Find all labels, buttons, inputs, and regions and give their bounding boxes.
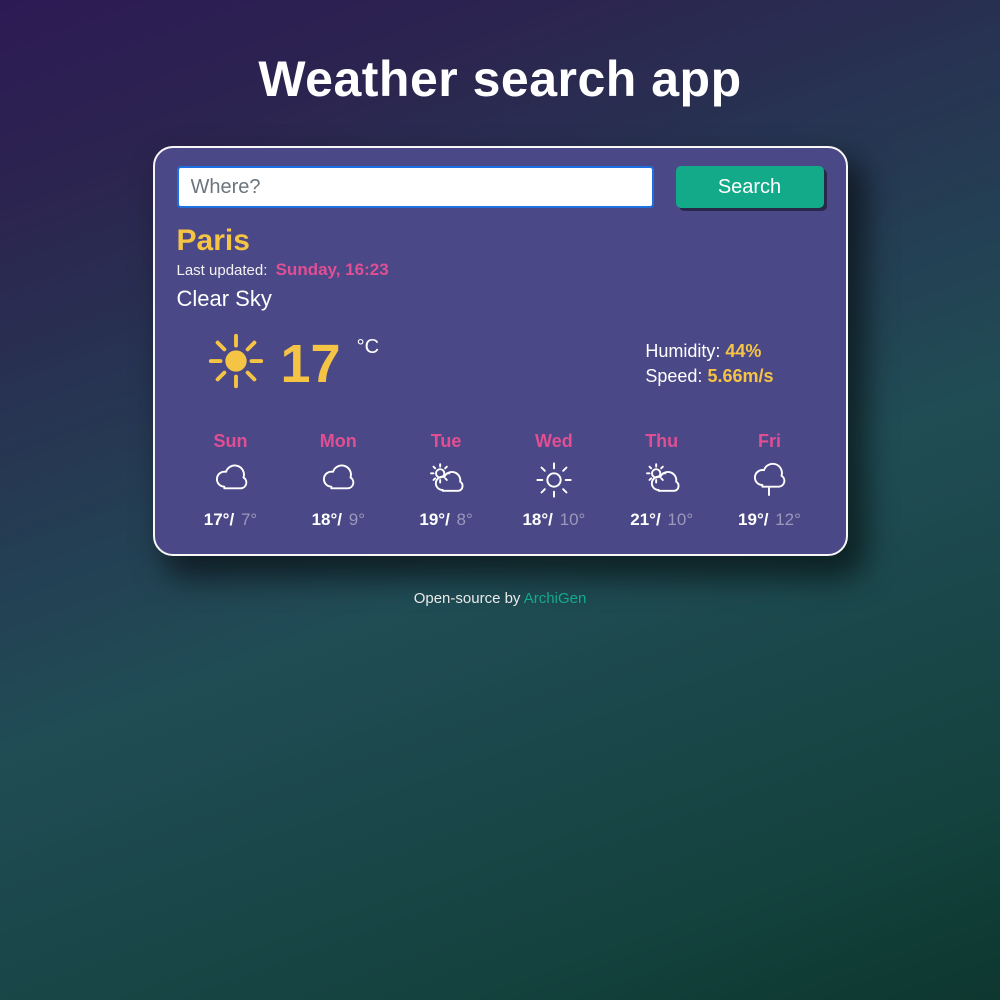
footer: Open-source by ArchiGen	[0, 590, 1000, 607]
humidity-label: Humidity:	[645, 341, 720, 361]
current-row: 17 °C Humidity: 44% Speed: 5.66m/s	[177, 330, 824, 397]
forecast-lo: 7°	[241, 510, 257, 529]
forecast-day-label: Sun	[183, 431, 279, 452]
search-row: Search	[177, 166, 824, 208]
cloud-icon	[183, 460, 279, 500]
updated-time: Sunday, 16:23	[276, 260, 389, 279]
forecast-day: Sun 17°/ 7°	[183, 431, 279, 530]
forecast-hi: 19°	[738, 510, 764, 529]
city-name: Paris	[177, 224, 824, 258]
footer-text: Open-source by	[414, 590, 524, 607]
forecast-day-label: Wed	[506, 431, 602, 452]
search-button[interactable]: Search	[676, 166, 824, 208]
rain-icon	[721, 460, 817, 500]
forecast-day: Mon 18°/ 9°	[290, 431, 386, 530]
forecast-day-label: Tue	[398, 431, 494, 452]
forecast-day: Thu 21°/ 10°	[614, 431, 710, 530]
forecast-lo: 9°	[349, 510, 365, 529]
forecast-day: Wed 18°/ 10°	[506, 431, 602, 530]
forecast-lo: 10°	[560, 510, 586, 529]
partly-cloudy-icon	[398, 460, 494, 500]
wind-value: 5.66m/s	[707, 366, 773, 386]
current-stats: Humidity: 44% Speed: 5.66m/s	[645, 339, 773, 388]
forecast-hi: 21°	[630, 510, 656, 529]
location-input[interactable]	[177, 166, 654, 208]
forecast-day: Fri 19°/ 12°	[721, 431, 817, 530]
wind-label: Speed:	[645, 366, 702, 386]
sun-small-icon	[506, 460, 602, 500]
forecast-day-label: Thu	[614, 431, 710, 452]
condition-text: Clear Sky	[177, 286, 824, 312]
forecast-day: Tue 19°/ 8°	[398, 431, 494, 530]
forecast-lo: 10°	[667, 510, 693, 529]
sun-icon	[205, 330, 267, 397]
cloud-icon	[290, 460, 386, 500]
forecast-day-label: Fri	[721, 431, 817, 452]
forecast-lo: 8°	[457, 510, 473, 529]
temperature-unit: °C	[357, 336, 379, 359]
page-title: Weather search app	[0, 50, 1000, 108]
updated-row: Last updated: Sunday, 16:23	[177, 260, 824, 280]
weather-card: Search Paris Last updated: Sunday, 16:23…	[153, 146, 848, 556]
forecast-lo: 12°	[775, 510, 801, 529]
author-link[interactable]: ArchiGen	[524, 590, 587, 607]
forecast-hi: 19°	[419, 510, 445, 529]
forecast-hi: 18°	[312, 510, 338, 529]
forecast-hi: 17°	[204, 510, 230, 529]
forecast-day-label: Mon	[290, 431, 386, 452]
humidity-value: 44%	[725, 341, 761, 361]
updated-label: Last updated:	[177, 262, 268, 279]
partly-cloudy-icon	[614, 460, 710, 500]
forecast-hi: 18°	[522, 510, 548, 529]
current-temperature: 17	[281, 337, 341, 391]
forecast-row: Sun 17°/ 7° Mon 18°/ 9° Tue 19°/ 8° Wed …	[177, 431, 824, 530]
